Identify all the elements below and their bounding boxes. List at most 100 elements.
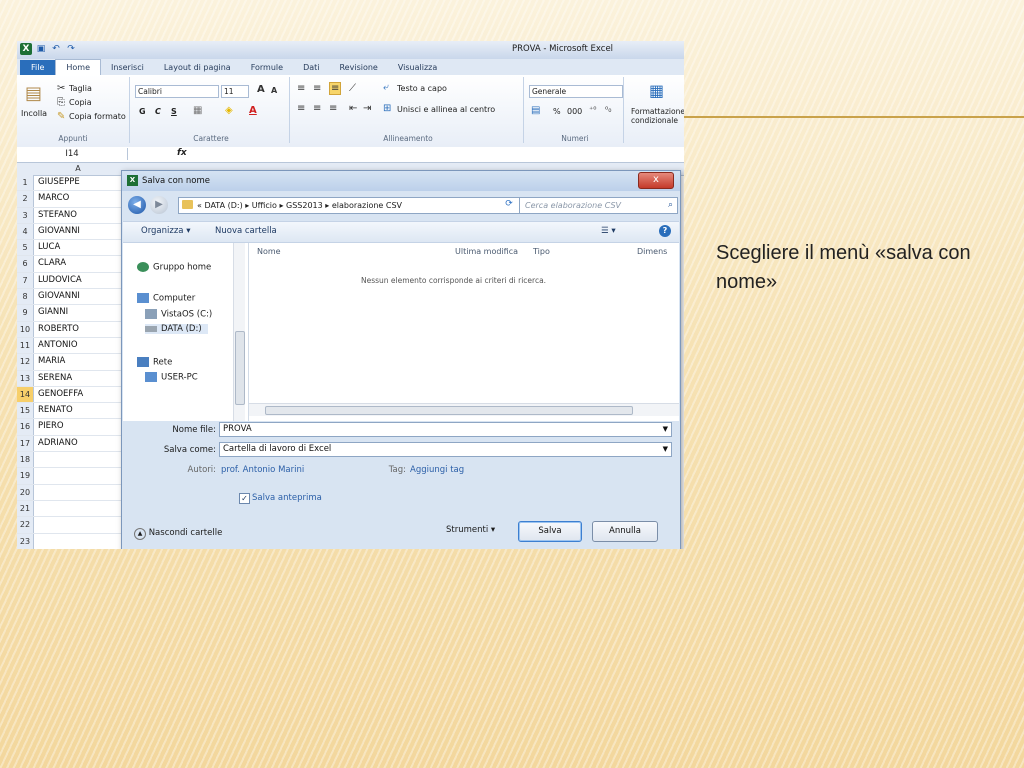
increase-decimal-icon[interactable]: ⁺⁰ bbox=[589, 105, 596, 114]
row-number[interactable]: 15 bbox=[17, 403, 34, 419]
borders-icon[interactable]: ▦ bbox=[193, 105, 202, 116]
tools-button[interactable]: Strumenti ▾ bbox=[446, 525, 495, 535]
row-number[interactable]: 23 bbox=[17, 533, 34, 549]
tab-layout[interactable]: Layout di pagina bbox=[154, 60, 241, 75]
redo-icon[interactable]: ↷ bbox=[65, 43, 77, 55]
saveas-select[interactable]: Cartella di lavoro di Excel ▼ bbox=[219, 442, 672, 457]
paste-button[interactable]: Incolla bbox=[21, 109, 47, 118]
row-number[interactable]: 10 bbox=[17, 321, 34, 337]
cancel-button[interactable]: Annulla bbox=[592, 521, 658, 542]
cell-a[interactable] bbox=[34, 485, 38, 500]
italic-button[interactable]: C bbox=[155, 107, 161, 116]
tab-formule[interactable]: Formule bbox=[241, 60, 293, 75]
merge-center-button[interactable]: Unisci e allinea al centro bbox=[397, 105, 495, 114]
tab-revisione[interactable]: Revisione bbox=[329, 60, 387, 75]
row-number[interactable]: 18 bbox=[17, 452, 34, 468]
address-bar[interactable]: « DATA (D:) ▸ Ufficio ▸ GSS2013 ▸ elabor… bbox=[178, 197, 520, 214]
new-folder-button[interactable]: Nuova cartella bbox=[215, 226, 277, 236]
font-size-select[interactable]: 11 bbox=[221, 85, 249, 98]
align-top-icon[interactable]: ≡ bbox=[297, 83, 305, 94]
search-icon[interactable]: ⌕ bbox=[668, 198, 673, 213]
row-number[interactable]: 14 bbox=[17, 386, 34, 403]
column-header-a[interactable]: A bbox=[33, 163, 123, 175]
column-name[interactable]: Nome bbox=[257, 247, 281, 256]
row-number[interactable]: 17 bbox=[17, 435, 34, 452]
format-painter-button[interactable]: Copia formato bbox=[69, 112, 126, 121]
row-number[interactable]: 20 bbox=[17, 484, 34, 500]
currency-icon[interactable]: ▤ bbox=[531, 105, 540, 116]
row-number[interactable]: 21 bbox=[17, 500, 34, 517]
decrease-indent-icon[interactable]: ⇤ bbox=[349, 103, 357, 114]
filename-input[interactable]: PROVA ▼ bbox=[219, 422, 672, 437]
row-number[interactable]: 7 bbox=[17, 272, 34, 289]
nav-user-pc[interactable]: USER-PC bbox=[145, 372, 198, 383]
nav-scrollbar[interactable] bbox=[233, 243, 245, 421]
cell-a[interactable]: RENATO bbox=[34, 403, 73, 418]
percent-button[interactable]: % bbox=[553, 107, 561, 116]
undo-icon[interactable]: ↶ bbox=[50, 43, 62, 55]
align-middle-icon[interactable]: ≡ bbox=[313, 83, 321, 94]
fill-color-icon[interactable]: ◈ bbox=[225, 105, 233, 116]
cell-a[interactable]: GIOVANNI bbox=[34, 224, 80, 239]
forward-button[interactable]: ▶ bbox=[150, 196, 168, 214]
cell-a[interactable]: GIUSEPPE bbox=[34, 175, 80, 190]
paste-icon[interactable]: ▤ bbox=[25, 83, 42, 104]
nav-scroll-thumb[interactable] bbox=[235, 331, 245, 405]
nav-homegroup[interactable]: Gruppo home bbox=[137, 262, 211, 273]
thousands-button[interactable]: 000 bbox=[567, 107, 582, 116]
wrap-text-button[interactable]: Testo a capo bbox=[397, 84, 447, 93]
cell-a[interactable]: GIANNI bbox=[34, 305, 68, 320]
function-icon[interactable]: fx bbox=[177, 148, 187, 158]
decrease-decimal-icon[interactable]: ⁰₀ bbox=[605, 105, 611, 114]
back-button[interactable]: ◀ bbox=[128, 196, 146, 214]
save-preview-checkbox[interactable]: ✓ bbox=[239, 493, 250, 504]
row-number[interactable]: 2 bbox=[17, 191, 34, 207]
cell-a[interactable]: CLARA bbox=[34, 256, 66, 271]
search-input[interactable]: Cerca elaborazione CSV ⌕ bbox=[519, 197, 678, 214]
chevron-down-icon[interactable]: ▼ bbox=[663, 423, 668, 436]
cell-a[interactable]: STEFANO bbox=[34, 208, 77, 223]
file-list-scroll-thumb[interactable] bbox=[265, 406, 633, 415]
bold-button[interactable]: G bbox=[139, 107, 146, 116]
save-preview-label[interactable]: Salva anteprima bbox=[252, 493, 322, 503]
view-options-icon[interactable]: ☰ ▾ bbox=[601, 226, 616, 236]
cell-a[interactable]: SERENA bbox=[34, 371, 72, 386]
row-number[interactable]: 22 bbox=[17, 517, 34, 533]
conditional-format-button[interactable]: Formattazione condizionale bbox=[631, 107, 684, 125]
cell-a[interactable] bbox=[34, 452, 38, 467]
cell-a[interactable]: LUDOVICA bbox=[34, 273, 82, 288]
save-button[interactable]: Salva bbox=[518, 521, 582, 542]
underline-button[interactable]: S bbox=[171, 107, 177, 116]
cell-a[interactable] bbox=[34, 501, 38, 516]
nav-drive-d[interactable]: DATA (D:) bbox=[145, 324, 208, 334]
row-number[interactable]: 11 bbox=[17, 337, 34, 354]
conditional-format-icon[interactable]: ▦ bbox=[649, 81, 664, 100]
cell-a[interactable]: LUCA bbox=[34, 240, 60, 255]
cell-a[interactable]: ROBERTO bbox=[34, 322, 79, 337]
nav-network[interactable]: Rete bbox=[137, 357, 172, 368]
file-list-scrollbar[interactable] bbox=[249, 403, 679, 416]
number-format-select[interactable]: Generale bbox=[529, 85, 623, 98]
nav-computer[interactable]: Computer bbox=[137, 293, 195, 304]
tags-value[interactable]: Aggiungi tag bbox=[410, 465, 464, 475]
name-box[interactable]: I14 bbox=[17, 148, 128, 160]
row-number[interactable]: 4 bbox=[17, 223, 34, 240]
nav-drive-c[interactable]: VistaOS (C:) bbox=[145, 309, 212, 320]
cell-a[interactable] bbox=[34, 517, 38, 532]
font-color-icon[interactable]: A bbox=[249, 105, 257, 116]
row-number[interactable]: 9 bbox=[17, 305, 34, 321]
column-modified[interactable]: Ultima modifica bbox=[455, 247, 518, 256]
row-number[interactable]: 1 bbox=[17, 175, 34, 191]
chevron-down-icon[interactable]: ▼ bbox=[663, 443, 668, 456]
tab-file[interactable]: File bbox=[20, 60, 56, 75]
row-number[interactable]: 6 bbox=[17, 256, 34, 272]
copy-button[interactable]: Copia bbox=[69, 98, 92, 107]
cell-a[interactable]: GENOEFFA bbox=[34, 387, 83, 402]
help-icon[interactable]: ? bbox=[659, 225, 671, 237]
orientation-icon[interactable]: ⟋ bbox=[349, 83, 356, 94]
cell-a[interactable]: GIOVANNI bbox=[34, 289, 80, 304]
row-number[interactable]: 16 bbox=[17, 419, 34, 435]
cell-a[interactable] bbox=[34, 468, 38, 483]
tab-inserisci[interactable]: Inserisci bbox=[101, 60, 154, 75]
tab-dati[interactable]: Dati bbox=[293, 60, 329, 75]
